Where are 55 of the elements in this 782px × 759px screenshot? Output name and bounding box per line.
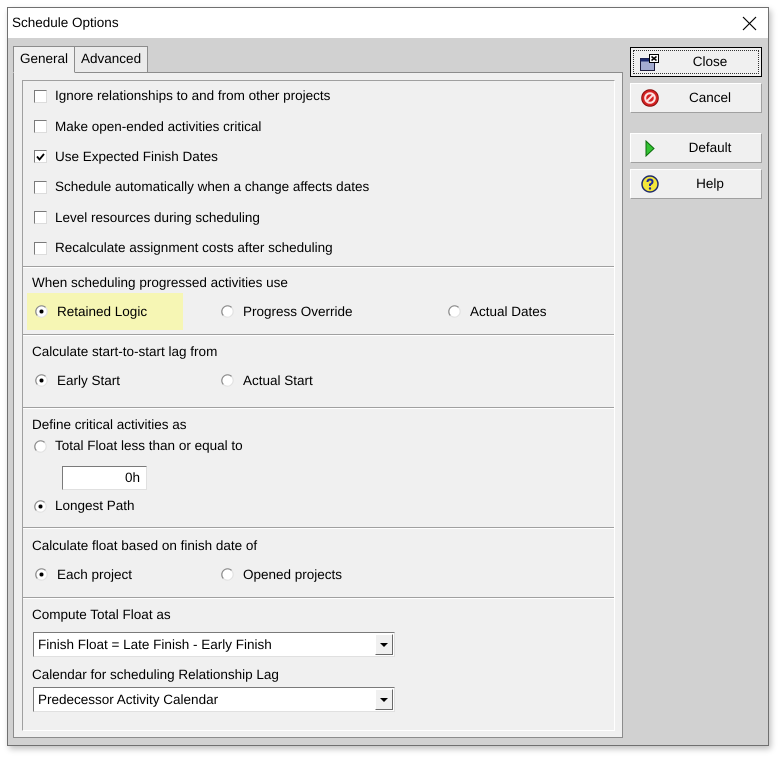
radio-button[interactable] [221,374,234,387]
cancel-button[interactable]: Cancel [630,83,762,113]
checkbox-label[interactable]: Schedule automatically when a change affects dates [55,179,370,196]
checkbox-label[interactable]: Ignore relationships to and from other projects [55,88,330,104]
radio-button[interactable] [34,440,47,452]
radio-label[interactable]: Longest Path [55,498,135,514]
section-title: Compute Total Float as [32,607,171,623]
tab[interactable]: General [13,46,76,73]
play-icon [644,140,654,156]
checkbox-label[interactable]: Recalculate assignment costs after scheduling [55,240,333,256]
checkbox[interactable] [34,211,47,224]
radio-button[interactable] [34,500,47,512]
section-title: Calculate float based on finish date of [32,538,258,554]
dropdown-button[interactable] [375,689,393,710]
checkbox-label[interactable]: Use Expected Finish Dates [55,148,218,165]
caret-down-icon [380,642,388,646]
input-field[interactable]: 0h [62,466,147,490]
window-title: Schedule Options [12,15,119,31]
close-icon[interactable] [742,16,757,30]
section-title: Calendar for scheduling Relationship Lag [32,667,279,683]
radio-label[interactable]: Actual Start [243,372,313,388]
radio-button[interactable] [35,568,48,581]
radio-button[interactable] [448,305,461,318]
dropdown[interactable]: Predecessor Activity Calendar [33,687,395,712]
checkbox[interactable] [34,150,47,164]
checkbox[interactable] [34,120,47,134]
help-button[interactable]: Help [630,169,762,199]
help-icon [640,175,658,193]
section-title: Calculate start-to-start lag from [32,344,218,360]
dropdown-button[interactable] [375,634,393,655]
checkbox-label[interactable]: Level resources during scheduling [55,210,260,226]
default-button[interactable]: Default [630,133,762,163]
window-with-x-icon [640,54,659,70]
close-button[interactable]: Close [630,47,762,77]
radio-label[interactable]: Actual Dates [470,304,547,320]
checkbox[interactable] [34,242,47,255]
prohibited-icon [640,89,658,107]
radio-label[interactable]: Retained Logic [57,304,148,320]
radio-label[interactable]: Opened projects [243,566,342,582]
checkbox[interactable] [34,180,47,194]
radio-button[interactable] [221,568,234,581]
section-title: When scheduling progressed activities use [32,275,288,291]
checkbox[interactable] [34,90,47,103]
radio-label[interactable]: Early Start [57,372,120,388]
dropdown[interactable]: Finish Float = Late Finish - Early Finish [33,632,395,657]
radio-button[interactable] [35,305,48,318]
caret-down-icon [380,698,388,702]
checkbox-label[interactable]: Make open-ended activities critical [55,118,262,135]
radio-label[interactable]: Each project [57,566,132,582]
tab[interactable]: Advanced [75,46,148,72]
section-title: Define critical activities as [32,417,187,433]
radio-button[interactable] [221,305,234,318]
radio-button[interactable] [35,374,48,387]
radio-label[interactable]: Total Float less than or equal to [55,438,243,454]
radio-label[interactable]: Progress Override [243,304,353,320]
